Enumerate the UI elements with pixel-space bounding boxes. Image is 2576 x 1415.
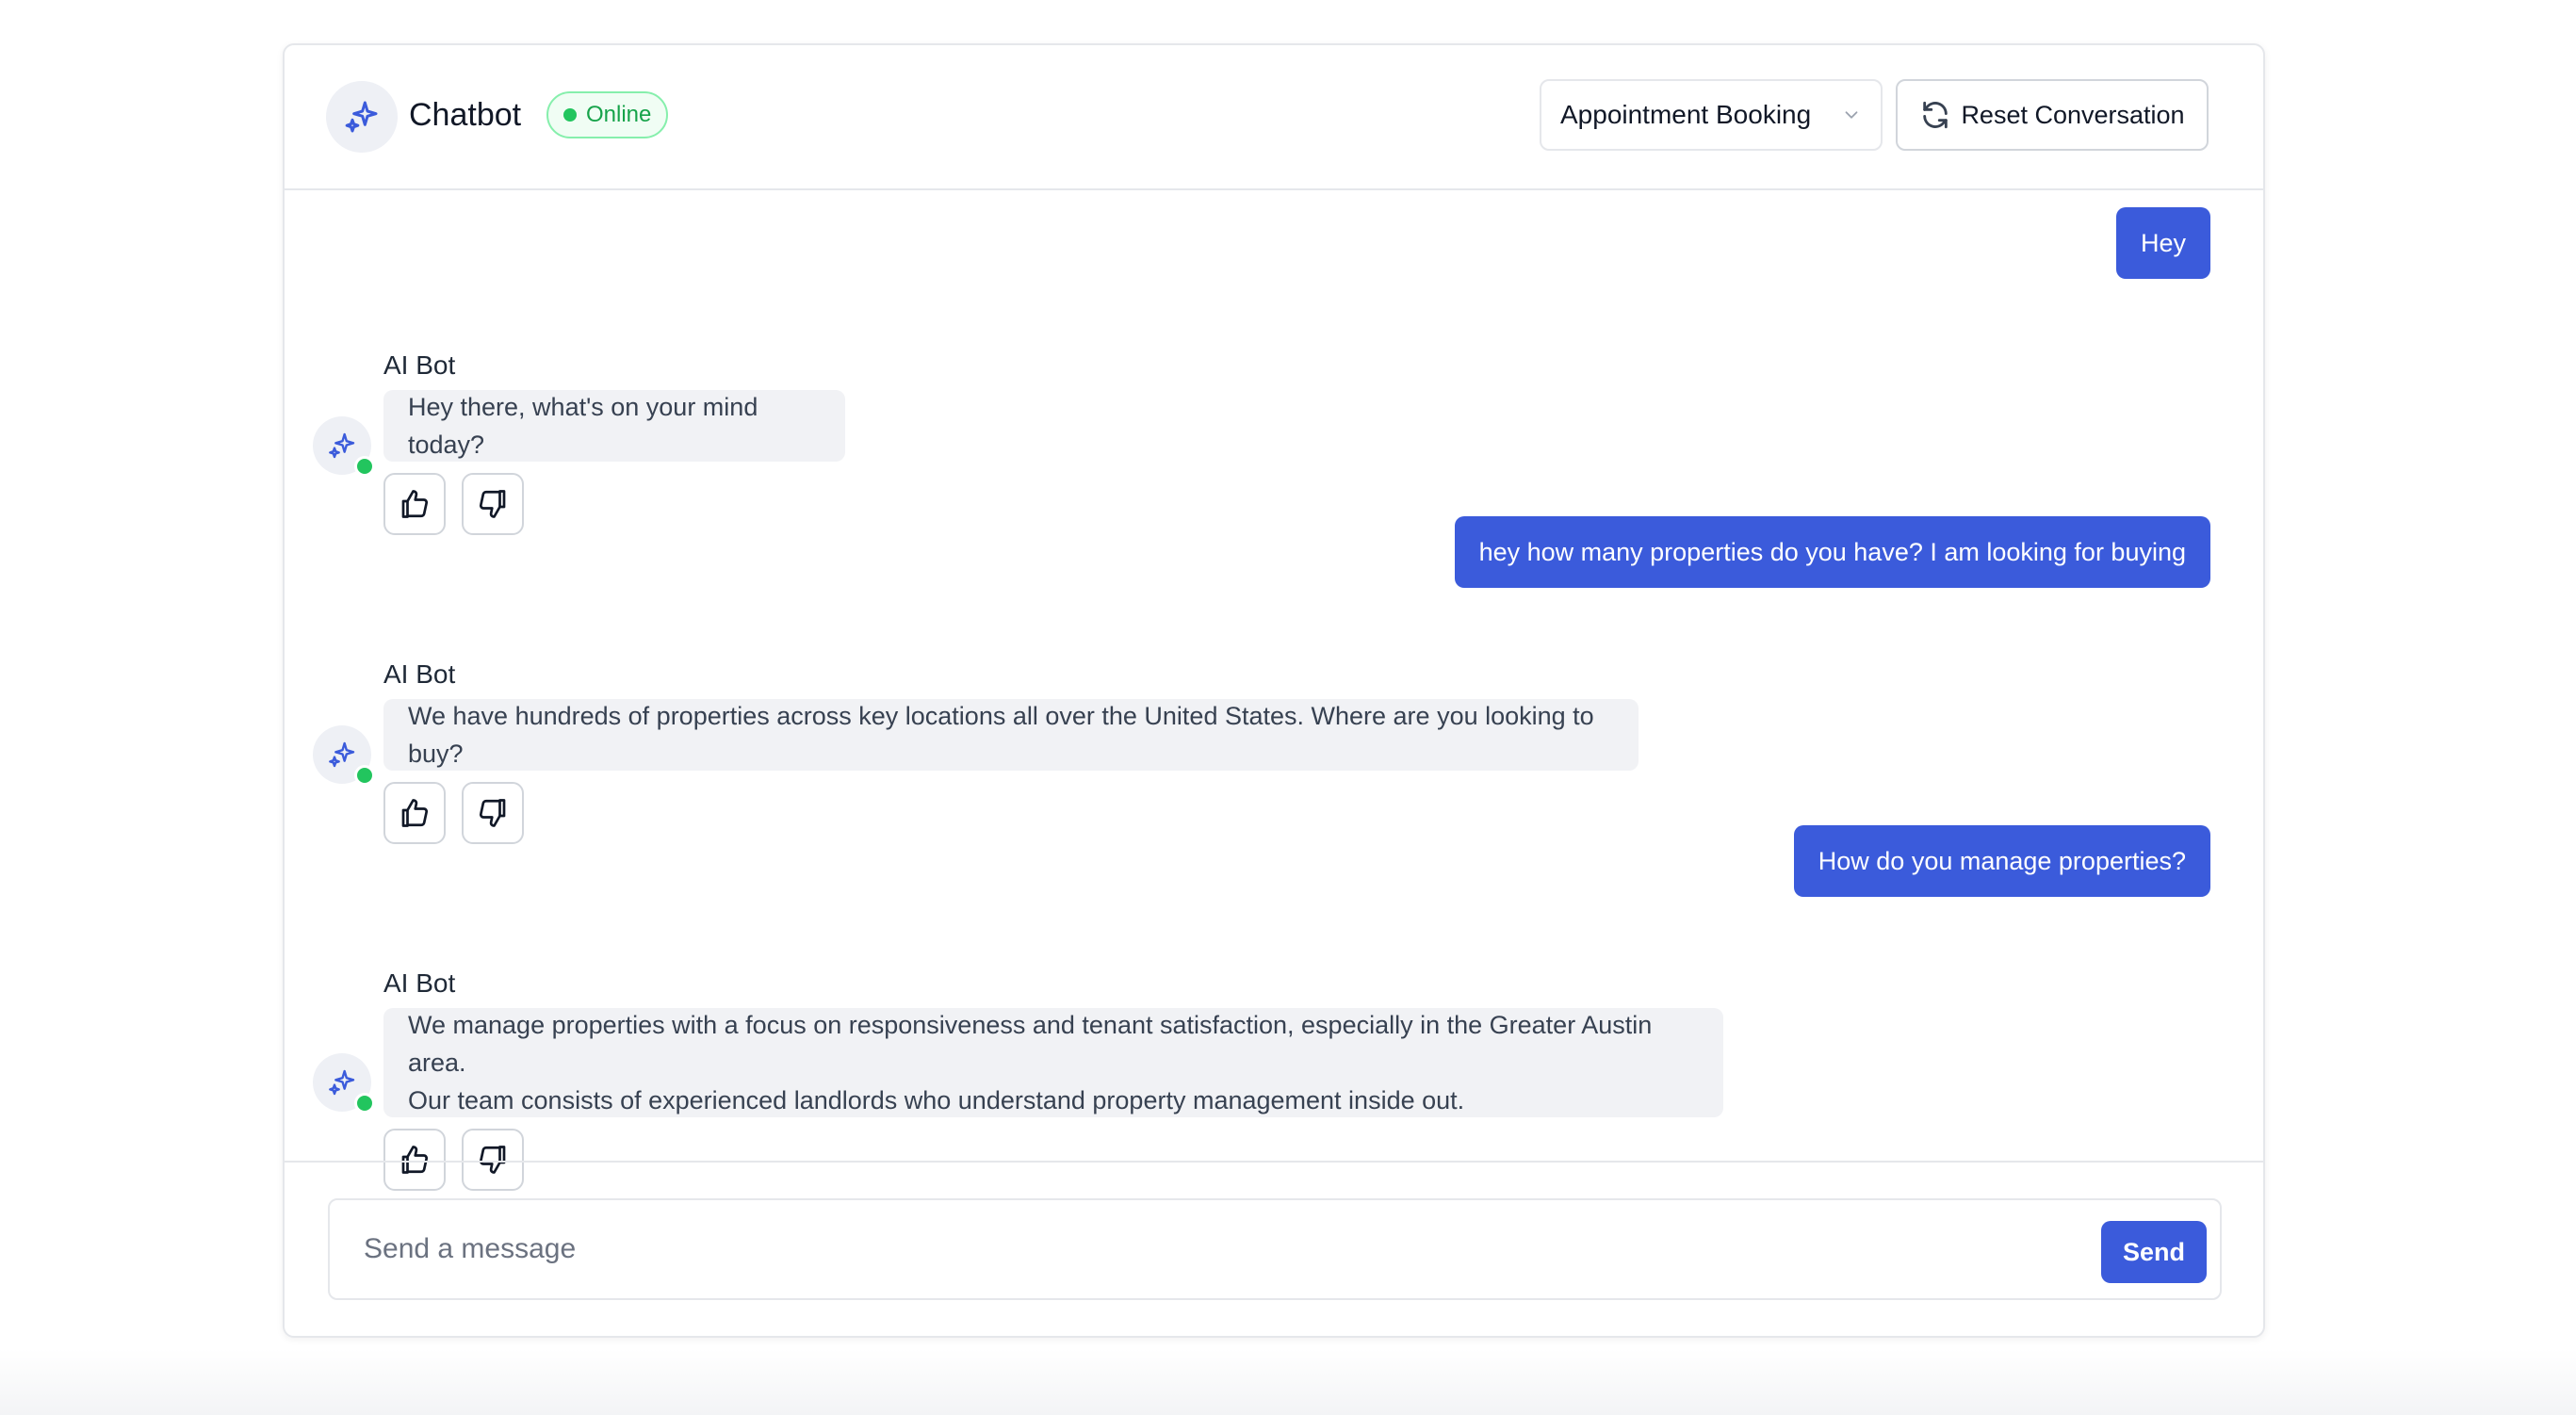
bot-message: Hey there, what's on your mind today? (383, 390, 845, 462)
bot-avatar (313, 725, 375, 786)
user-message: How do you manage properties? (1793, 825, 2210, 897)
chat-window: Chatbot Online Appointment Booking Reset… (283, 43, 2265, 1338)
online-indicator (354, 1093, 375, 1114)
bot-author-label: AI Bot (383, 659, 456, 689)
message-composer: Send (328, 1198, 2222, 1300)
bot-avatar (313, 416, 375, 477)
mode-select-value: Appointment Booking (1560, 100, 1812, 129)
mode-select[interactable]: Appointment Booking (1540, 79, 1883, 151)
reset-conversation-label: Reset Conversation (1961, 100, 2185, 129)
bot-avatar (313, 1053, 375, 1114)
send-button[interactable]: Send (2101, 1221, 2207, 1283)
chevron-down-icon (1841, 105, 1862, 125)
thumbs-down-icon (479, 799, 506, 827)
thumbs-down-button[interactable] (462, 473, 524, 535)
status-dot-icon (563, 108, 577, 122)
user-message-text: How do you manage properties? (1818, 846, 2186, 875)
bot-message: We have hundreds of properties across ke… (383, 699, 1639, 771)
thumbs-up-button[interactable] (383, 782, 446, 844)
bot-author-label: AI Bot (383, 350, 456, 380)
online-indicator (354, 456, 375, 477)
page-bottom-fade (0, 1349, 2576, 1415)
status-badge: Online (546, 91, 669, 138)
page-title: Chatbot (409, 97, 522, 133)
composer-area: Send (285, 1161, 2263, 1336)
thumbs-up-button[interactable] (383, 473, 446, 535)
online-indicator (354, 765, 375, 786)
thumbs-down-button[interactable] (462, 782, 524, 844)
chatbot-avatar (326, 81, 398, 153)
sparkles-icon (329, 432, 355, 459)
message-list: Hey AI Bot Hey there, what's on your min… (285, 188, 2263, 1208)
chat-header: Chatbot Online Appointment Booking Reset… (285, 45, 2263, 190)
status-label: Online (586, 102, 652, 127)
thumbs-down-icon (479, 490, 506, 518)
sparkles-icon (329, 741, 355, 768)
user-message-text: Hey (2140, 228, 2186, 257)
bot-message-line: Our team consists of experienced landlor… (408, 1086, 1465, 1114)
user-message: hey how many properties do you have? I a… (1454, 516, 2210, 588)
reset-conversation-button[interactable]: Reset Conversation (1896, 79, 2209, 151)
sparkles-icon (345, 101, 378, 133)
bot-message-line: We manage properties with a focus on res… (408, 1011, 1653, 1077)
bot-message: We manage properties with a focus on res… (383, 1008, 1723, 1117)
sparkles-icon (329, 1069, 355, 1096)
thumbs-up-icon (401, 490, 429, 518)
bot-message-text: We have hundreds of properties across ke… (408, 702, 1594, 768)
thumbs-up-icon (401, 799, 429, 827)
bot-author-label: AI Bot (383, 968, 456, 998)
user-message-text: hey how many properties do you have? I a… (1478, 537, 2186, 566)
refresh-icon (1923, 101, 1948, 129)
message-input[interactable] (364, 1223, 2060, 1276)
user-message: Hey (2115, 207, 2210, 279)
bot-message-text: Hey there, what's on your mind today? (408, 393, 758, 459)
